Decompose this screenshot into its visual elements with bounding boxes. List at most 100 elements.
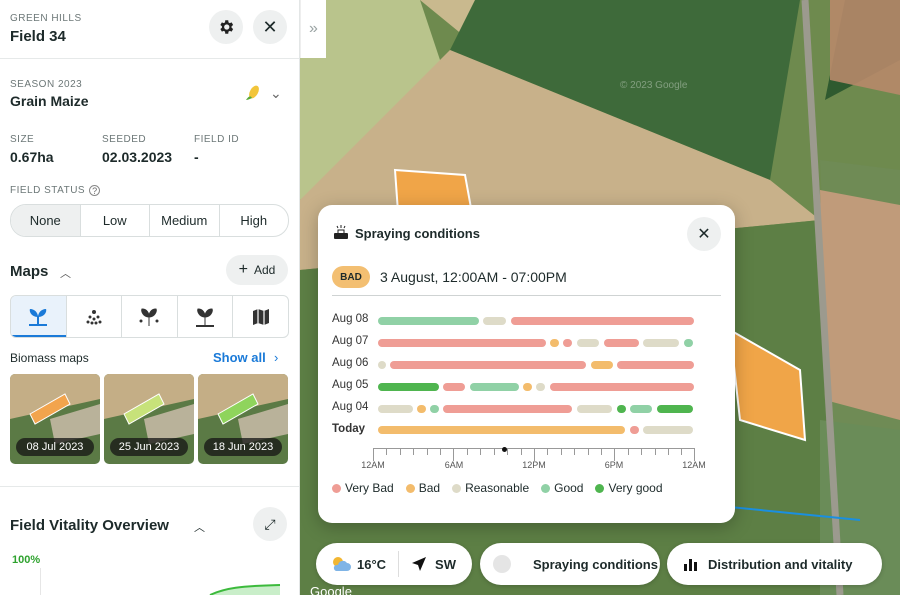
bar-very-bad <box>511 317 694 325</box>
add-map-button[interactable]: + Add <box>226 255 288 285</box>
bar-very-good <box>378 383 439 391</box>
maps-section-header: Maps ︿ + Add <box>0 255 299 295</box>
crop-name: Grain Maize <box>10 93 89 109</box>
axis-tick <box>655 449 656 455</box>
divider <box>332 295 721 296</box>
status-option-medium[interactable]: Medium <box>149 205 219 236</box>
season-selector[interactable]: SEASON 2023 Grain Maize ⌄ <box>0 79 299 126</box>
bar-very-bad <box>630 426 639 434</box>
season-label: SEASON 2023 <box>10 79 83 90</box>
chevron-up-icon[interactable]: ︿ <box>60 265 71 281</box>
axis-tick <box>574 449 575 455</box>
wind-direction-icon <box>412 557 427 571</box>
plus-icon: + <box>238 261 248 278</box>
bar-reasonable <box>577 405 612 413</box>
legend-dot <box>332 484 341 493</box>
popup-close-button[interactable]: ✕ <box>687 217 721 251</box>
vitality-title: Field Vitality Overview <box>10 517 169 534</box>
bar-very-good <box>657 405 693 413</box>
spraying-button-label: Spraying conditions <box>533 556 658 572</box>
biomass-title: Biomass maps <box>10 351 89 365</box>
biomass-thumbnail[interactable]: 08 Jul 2023 <box>10 374 100 464</box>
tab-map[interactable] <box>232 296 288 337</box>
bar-good <box>684 339 693 347</box>
time-label: 6AM <box>444 460 464 470</box>
expand-icon: ⤢ <box>264 515 276 532</box>
close-button[interactable]: ✕ <box>253 10 287 44</box>
axis-tick <box>427 449 428 455</box>
day-label: Aug 04 <box>332 401 369 413</box>
show-all-link[interactable]: Show all <box>213 350 266 365</box>
bar-reasonable <box>378 361 386 369</box>
chevron-up-icon[interactable]: ︿ <box>194 519 205 535</box>
axis-tick <box>400 449 401 455</box>
bar-very-bad <box>443 405 572 413</box>
stat-field-id: FIELD ID - <box>194 134 286 165</box>
bar-good <box>378 317 479 325</box>
biomass-header: Biomass maps Show all › <box>0 344 299 374</box>
legend-label: Reasonable <box>465 481 530 495</box>
time-label: 12PM <box>522 460 546 470</box>
spraying-conditions-button[interactable]: Spraying conditions <box>480 543 660 585</box>
biomass-thumbnail[interactable]: 18 Jun 2023 <box>198 374 288 464</box>
stat-value: 0.67ha <box>10 149 54 165</box>
distribution-vitality-button[interactable]: Distribution and vitality <box>667 543 882 585</box>
tab-seeding[interactable] <box>65 296 122 337</box>
tab-plants[interactable] <box>121 296 177 337</box>
sprayer-icon <box>334 225 348 239</box>
vitality-chart <box>40 568 281 595</box>
axis-tick <box>413 449 414 455</box>
day-label: Aug 08 <box>332 313 369 325</box>
legend-label: Very Bad <box>345 481 394 495</box>
legend-item: Bad <box>405 481 440 495</box>
chevron-right-icon[interactable]: › <box>274 350 278 365</box>
axis-tick <box>668 449 669 455</box>
field-status-label: FIELD STATUS <box>10 185 86 196</box>
bar-very-bad <box>378 339 546 347</box>
help-icon[interactable]: ? <box>89 185 101 196</box>
google-logo: Google <box>310 584 352 595</box>
day-label: Aug 06 <box>332 357 369 369</box>
settings-button[interactable] <box>209 10 243 44</box>
sprout-icon <box>29 308 48 326</box>
status-option-low[interactable]: Low <box>79 205 150 236</box>
legend-dot <box>541 484 551 493</box>
status-option-none[interactable]: None <box>11 205 80 236</box>
plants-icon <box>139 307 159 326</box>
legend-item: Good <box>541 481 583 495</box>
tab-biomass[interactable] <box>11 296 66 337</box>
weather-pill[interactable]: 16°C SW <box>316 543 472 585</box>
bar-reasonable <box>483 317 506 325</box>
axis-tick <box>547 449 548 455</box>
stat-label: FIELD ID <box>194 134 240 145</box>
axis-tick <box>681 449 682 455</box>
condition-legend: Very Bad Bad Reasonable Good Very good <box>332 481 663 495</box>
tab-growth[interactable] <box>176 296 233 337</box>
close-icon: ✕ <box>697 226 711 243</box>
status-option-high[interactable]: High <box>218 205 289 236</box>
wind-direction: SW <box>435 556 456 572</box>
stat-size: SIZE 0.67ha <box>10 134 102 165</box>
axis-tick <box>521 449 522 455</box>
bar-bad <box>550 339 559 347</box>
spraying-popup: Spraying conditions ✕ BAD 3 August, 12:0… <box>318 205 735 523</box>
popup-title: Spraying conditions <box>355 226 480 241</box>
field-sidebar: GREEN HILLS Field 34 ✕ SEASON 2023 Grain… <box>0 0 300 595</box>
axis-tick <box>628 449 629 455</box>
thumbnail-date: 08 Jul 2023 <box>16 438 94 456</box>
bar-reasonable <box>643 426 693 434</box>
expand-button[interactable]: ⤢ <box>253 507 287 541</box>
map-icon <box>252 308 269 325</box>
bar-good <box>430 405 439 413</box>
bar-reasonable <box>378 405 413 413</box>
collapse-sidebar-button[interactable]: » <box>300 0 326 58</box>
axis-tick <box>386 449 387 455</box>
time-axis <box>373 448 695 461</box>
legend-label: Very good <box>608 481 663 495</box>
field-status-title: FIELD STATUS ? <box>0 185 299 196</box>
map-watermark: © 2023 Google <box>620 80 688 91</box>
legend-dot <box>452 484 462 493</box>
legend-item: Reasonable <box>452 481 529 495</box>
biomass-thumbnail[interactable]: 25 Jun 2023 <box>104 374 194 464</box>
stat-label: SEEDED <box>102 134 147 145</box>
